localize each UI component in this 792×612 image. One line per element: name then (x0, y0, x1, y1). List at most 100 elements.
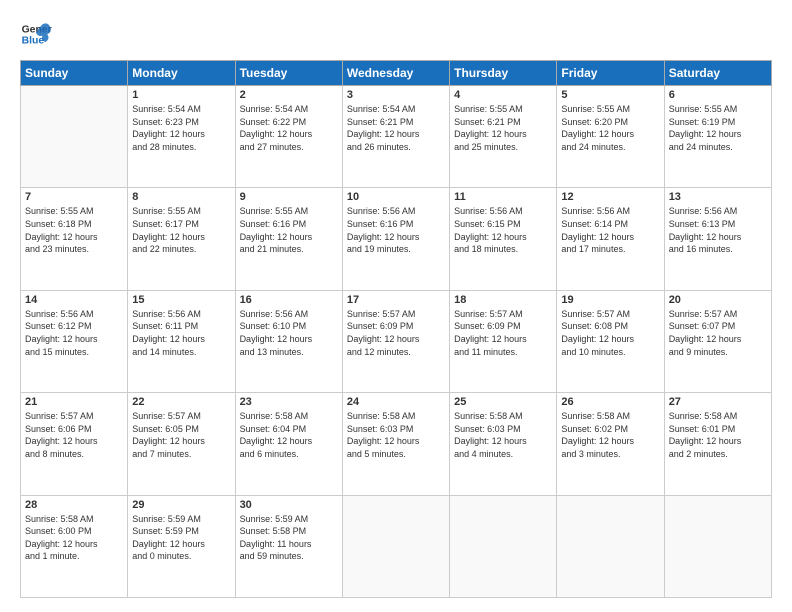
day-number: 21 (25, 396, 123, 408)
day-info: Sunrise: 5:56 AM Sunset: 6:11 PM Dayligh… (132, 308, 230, 358)
day-info: Sunrise: 5:56 AM Sunset: 6:16 PM Dayligh… (347, 205, 445, 255)
day-number: 12 (561, 191, 659, 203)
day-number: 25 (454, 396, 552, 408)
calendar-cell: 6 Sunrise: 5:55 AM Sunset: 6:19 PM Daylig… (664, 86, 771, 188)
day-number: 2 (240, 89, 338, 101)
day-number: 20 (669, 294, 767, 306)
day-number: 16 (240, 294, 338, 306)
day-info: Sunrise: 5:54 AM Sunset: 6:22 PM Dayligh… (240, 103, 338, 153)
day-number: 10 (347, 191, 445, 203)
calendar-cell: 16 Sunrise: 5:56 AM Sunset: 6:10 PM Dayli… (235, 290, 342, 392)
calendar-cell: 3 Sunrise: 5:54 AM Sunset: 6:21 PM Daylig… (342, 86, 449, 188)
calendar-cell: 11 Sunrise: 5:56 AM Sunset: 6:15 PM Dayli… (450, 188, 557, 290)
day-number: 22 (132, 396, 230, 408)
day-info: Sunrise: 5:55 AM Sunset: 6:16 PM Dayligh… (240, 205, 338, 255)
week-row-3: 14Sunrise: 5:56 AM Sunset: 6:12 PM Dayli… (21, 290, 772, 392)
day-info: Sunrise: 5:57 AM Sunset: 6:06 PM Dayligh… (25, 410, 123, 460)
calendar-cell: 26 Sunrise: 5:58 AM Sunset: 6:02 PM Dayli… (557, 393, 664, 495)
calendar-cell: 4 Sunrise: 5:55 AM Sunset: 6:21 PM Daylig… (450, 86, 557, 188)
calendar-cell: 27 Sunrise: 5:58 AM Sunset: 6:01 PM Dayli… (664, 393, 771, 495)
day-info: Sunrise: 5:56 AM Sunset: 6:12 PM Dayligh… (25, 308, 123, 358)
day-info: Sunrise: 5:58 AM Sunset: 6:03 PM Dayligh… (454, 410, 552, 460)
day-number: 26 (561, 396, 659, 408)
day-info: Sunrise: 5:57 AM Sunset: 6:09 PM Dayligh… (454, 308, 552, 358)
calendar-cell (342, 495, 449, 597)
calendar-cell: 28 Sunrise: 5:58 AM Sunset: 6:00 PM Dayli… (21, 495, 128, 597)
day-info: Sunrise: 5:58 AM Sunset: 6:03 PM Dayligh… (347, 410, 445, 460)
day-number: 3 (347, 89, 445, 101)
calendar-cell: 30 Sunrise: 5:59 AM Sunset: 5:58 PM Dayli… (235, 495, 342, 597)
calendar-cell (664, 495, 771, 597)
calendar-cell (557, 495, 664, 597)
day-info: Sunrise: 5:56 AM Sunset: 6:13 PM Dayligh… (669, 205, 767, 255)
day-info: Sunrise: 5:59 AM Sunset: 5:59 PM Dayligh… (132, 513, 230, 563)
calendar-cell: 7Sunrise: 5:55 AM Sunset: 6:18 PM Daylig… (21, 188, 128, 290)
day-info: Sunrise: 5:55 AM Sunset: 6:21 PM Dayligh… (454, 103, 552, 153)
day-info: Sunrise: 5:58 AM Sunset: 6:00 PM Dayligh… (25, 513, 123, 563)
calendar-cell: 14Sunrise: 5:56 AM Sunset: 6:12 PM Dayli… (21, 290, 128, 392)
weekday-header-monday: Monday (128, 61, 235, 86)
calendar-cell: 21 Sunrise: 5:57 AM Sunset: 6:06 PM Dayli… (21, 393, 128, 495)
calendar-cell: 13 Sunrise: 5:56 AM Sunset: 6:13 PM Dayli… (664, 188, 771, 290)
day-number: 15 (132, 294, 230, 306)
day-number: 6 (669, 89, 767, 101)
day-number: 9 (240, 191, 338, 203)
day-info: Sunrise: 5:58 AM Sunset: 6:01 PM Dayligh… (669, 410, 767, 460)
day-info: Sunrise: 5:55 AM Sunset: 6:18 PM Dayligh… (25, 205, 123, 255)
day-number: 24 (347, 396, 445, 408)
day-number: 4 (454, 89, 552, 101)
calendar-cell (21, 86, 128, 188)
week-row-4: 21 Sunrise: 5:57 AM Sunset: 6:06 PM Dayli… (21, 393, 772, 495)
day-info: Sunrise: 5:55 AM Sunset: 6:17 PM Dayligh… (132, 205, 230, 255)
calendar-cell: 10 Sunrise: 5:56 AM Sunset: 6:16 PM Dayli… (342, 188, 449, 290)
calendar-cell: 22 Sunrise: 5:57 AM Sunset: 6:05 PM Dayli… (128, 393, 235, 495)
weekday-header-thursday: Thursday (450, 61, 557, 86)
day-info: Sunrise: 5:55 AM Sunset: 6:19 PM Dayligh… (669, 103, 767, 153)
calendar-cell: 9 Sunrise: 5:55 AM Sunset: 6:16 PM Daylig… (235, 188, 342, 290)
week-row-2: 7Sunrise: 5:55 AM Sunset: 6:18 PM Daylig… (21, 188, 772, 290)
calendar-cell: 25 Sunrise: 5:58 AM Sunset: 6:03 PM Dayli… (450, 393, 557, 495)
logo-icon: General Blue (20, 18, 52, 50)
day-number: 30 (240, 499, 338, 511)
calendar-table: SundayMondayTuesdayWednesdayThursdayFrid… (20, 60, 772, 598)
day-number: 23 (240, 396, 338, 408)
calendar-cell: 19Sunrise: 5:57 AM Sunset: 6:08 PM Dayli… (557, 290, 664, 392)
page: General Blue SundayMondayTuesdayWednesda… (0, 0, 792, 612)
week-row-1: 1Sunrise: 5:54 AM Sunset: 6:23 PM Daylig… (21, 86, 772, 188)
day-info: Sunrise: 5:56 AM Sunset: 6:10 PM Dayligh… (240, 308, 338, 358)
calendar-cell: 2 Sunrise: 5:54 AM Sunset: 6:22 PM Daylig… (235, 86, 342, 188)
day-info: Sunrise: 5:55 AM Sunset: 6:20 PM Dayligh… (561, 103, 659, 153)
calendar-cell: 15 Sunrise: 5:56 AM Sunset: 6:11 PM Dayli… (128, 290, 235, 392)
calendar-cell: 20 Sunrise: 5:57 AM Sunset: 6:07 PM Dayli… (664, 290, 771, 392)
day-number: 1 (132, 89, 230, 101)
calendar-cell: 12Sunrise: 5:56 AM Sunset: 6:14 PM Dayli… (557, 188, 664, 290)
day-info: Sunrise: 5:57 AM Sunset: 6:05 PM Dayligh… (132, 410, 230, 460)
day-number: 18 (454, 294, 552, 306)
day-info: Sunrise: 5:57 AM Sunset: 6:09 PM Dayligh… (347, 308, 445, 358)
weekday-header-row: SundayMondayTuesdayWednesdayThursdayFrid… (21, 61, 772, 86)
calendar-cell: 29Sunrise: 5:59 AM Sunset: 5:59 PM Dayli… (128, 495, 235, 597)
day-info: Sunrise: 5:57 AM Sunset: 6:08 PM Dayligh… (561, 308, 659, 358)
day-info: Sunrise: 5:58 AM Sunset: 6:02 PM Dayligh… (561, 410, 659, 460)
calendar-cell: 24 Sunrise: 5:58 AM Sunset: 6:03 PM Dayli… (342, 393, 449, 495)
calendar-cell: 1Sunrise: 5:54 AM Sunset: 6:23 PM Daylig… (128, 86, 235, 188)
day-info: Sunrise: 5:59 AM Sunset: 5:58 PM Dayligh… (240, 513, 338, 563)
day-number: 8 (132, 191, 230, 203)
calendar-cell: 5Sunrise: 5:55 AM Sunset: 6:20 PM Daylig… (557, 86, 664, 188)
day-number: 28 (25, 499, 123, 511)
calendar-cell (450, 495, 557, 597)
day-info: Sunrise: 5:57 AM Sunset: 6:07 PM Dayligh… (669, 308, 767, 358)
weekday-header-saturday: Saturday (664, 61, 771, 86)
weekday-header-sunday: Sunday (21, 61, 128, 86)
day-number: 13 (669, 191, 767, 203)
day-number: 11 (454, 191, 552, 203)
weekday-header-friday: Friday (557, 61, 664, 86)
week-row-5: 28 Sunrise: 5:58 AM Sunset: 6:00 PM Dayli… (21, 495, 772, 597)
weekday-header-tuesday: Tuesday (235, 61, 342, 86)
day-info: Sunrise: 5:58 AM Sunset: 6:04 PM Dayligh… (240, 410, 338, 460)
calendar-cell: 17Sunrise: 5:57 AM Sunset: 6:09 PM Dayli… (342, 290, 449, 392)
day-info: Sunrise: 5:54 AM Sunset: 6:21 PM Dayligh… (347, 103, 445, 153)
calendar-cell: 23 Sunrise: 5:58 AM Sunset: 6:04 PM Dayli… (235, 393, 342, 495)
day-info: Sunrise: 5:56 AM Sunset: 6:15 PM Dayligh… (454, 205, 552, 255)
day-number: 27 (669, 396, 767, 408)
